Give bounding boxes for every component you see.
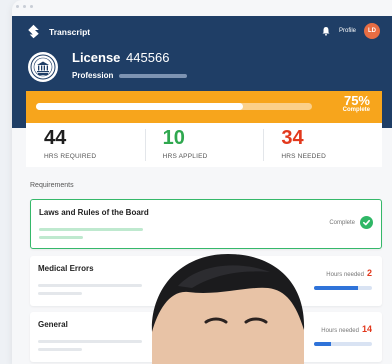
brand[interactable]: Transcript xyxy=(26,24,90,39)
stat-label: HRS APPLIED xyxy=(162,153,208,160)
license-label: License xyxy=(72,50,121,65)
profession-placeholder xyxy=(119,73,188,78)
stat-value: 10 xyxy=(162,127,185,149)
stat-applied: 10 HRS APPLIED xyxy=(144,123,264,167)
completion-progress: 75% Complete xyxy=(26,91,382,123)
percent-status: Complete xyxy=(342,107,370,113)
profile-link[interactable]: Profile xyxy=(339,28,356,34)
placeholder-line xyxy=(39,236,83,239)
hours-needed: Hours needed 2 xyxy=(326,268,372,278)
stat-needed: 34 HRS NEEDED xyxy=(263,123,382,167)
window-dot xyxy=(30,5,33,8)
requirements-heading: Requirements xyxy=(30,182,74,189)
stat-label: HRS REQUIRED xyxy=(44,153,97,160)
placeholder-line xyxy=(38,340,142,343)
stat-label: HRS NEEDED xyxy=(281,153,326,160)
requirement-name: General xyxy=(38,320,68,329)
hours-needed-label: Hours needed xyxy=(326,272,364,278)
hours-needed-value: 14 xyxy=(361,324,372,334)
hours-needed: Hours needed 14 xyxy=(321,324,372,334)
hours-needed-label: Hours needed xyxy=(321,328,359,334)
requirement-name: Medical Errors xyxy=(38,264,94,273)
progress-percent: 75% Complete xyxy=(343,93,370,113)
stat-value: 44 xyxy=(44,127,67,149)
placeholder-line xyxy=(39,228,143,231)
transcript-logo-icon xyxy=(28,24,39,39)
header-actions: Profile LD xyxy=(321,23,380,39)
hours-stats: 44 HRS REQUIRED 10 HRS APPLIED 34 HRS NE… xyxy=(26,123,382,167)
hours-needed-value: 2 xyxy=(366,268,372,278)
avatar[interactable]: LD xyxy=(364,23,380,39)
progress-fill xyxy=(36,103,243,110)
profession-row: Profession xyxy=(72,71,188,80)
hours-progress-fill xyxy=(314,342,332,346)
window-dot xyxy=(23,5,26,8)
stat-required: 44 HRS REQUIRED xyxy=(26,123,145,167)
placeholder-line xyxy=(38,348,82,351)
app-title: Transcript xyxy=(49,26,91,37)
license-title: License 445566 xyxy=(72,50,169,65)
window-dot xyxy=(16,5,19,8)
requirement-status: Complete xyxy=(329,220,355,226)
hours-progress-fill xyxy=(314,286,358,290)
progress-track xyxy=(36,103,312,110)
requirement-card[interactable]: Laws and Rules of the Board Complete xyxy=(30,199,382,249)
placeholder-line xyxy=(38,292,82,295)
placeholder-line xyxy=(38,284,142,287)
check-icon xyxy=(360,216,373,229)
page-background: Transcript Profile LD License 445566 Pro… xyxy=(0,0,392,364)
window-controls xyxy=(16,5,33,8)
bell-icon[interactable] xyxy=(321,26,331,36)
stat-value: 34 xyxy=(281,127,304,149)
hours-progress-track xyxy=(314,286,372,290)
board-seal-icon xyxy=(28,52,58,82)
percent-value: 75% xyxy=(343,93,370,108)
license-number: 445566 xyxy=(126,50,170,65)
profession-label: Profession xyxy=(72,71,114,80)
hours-progress-track xyxy=(314,342,372,346)
person-photo-overlay xyxy=(151,254,305,364)
requirement-name: Laws and Rules of the Board xyxy=(39,208,149,217)
